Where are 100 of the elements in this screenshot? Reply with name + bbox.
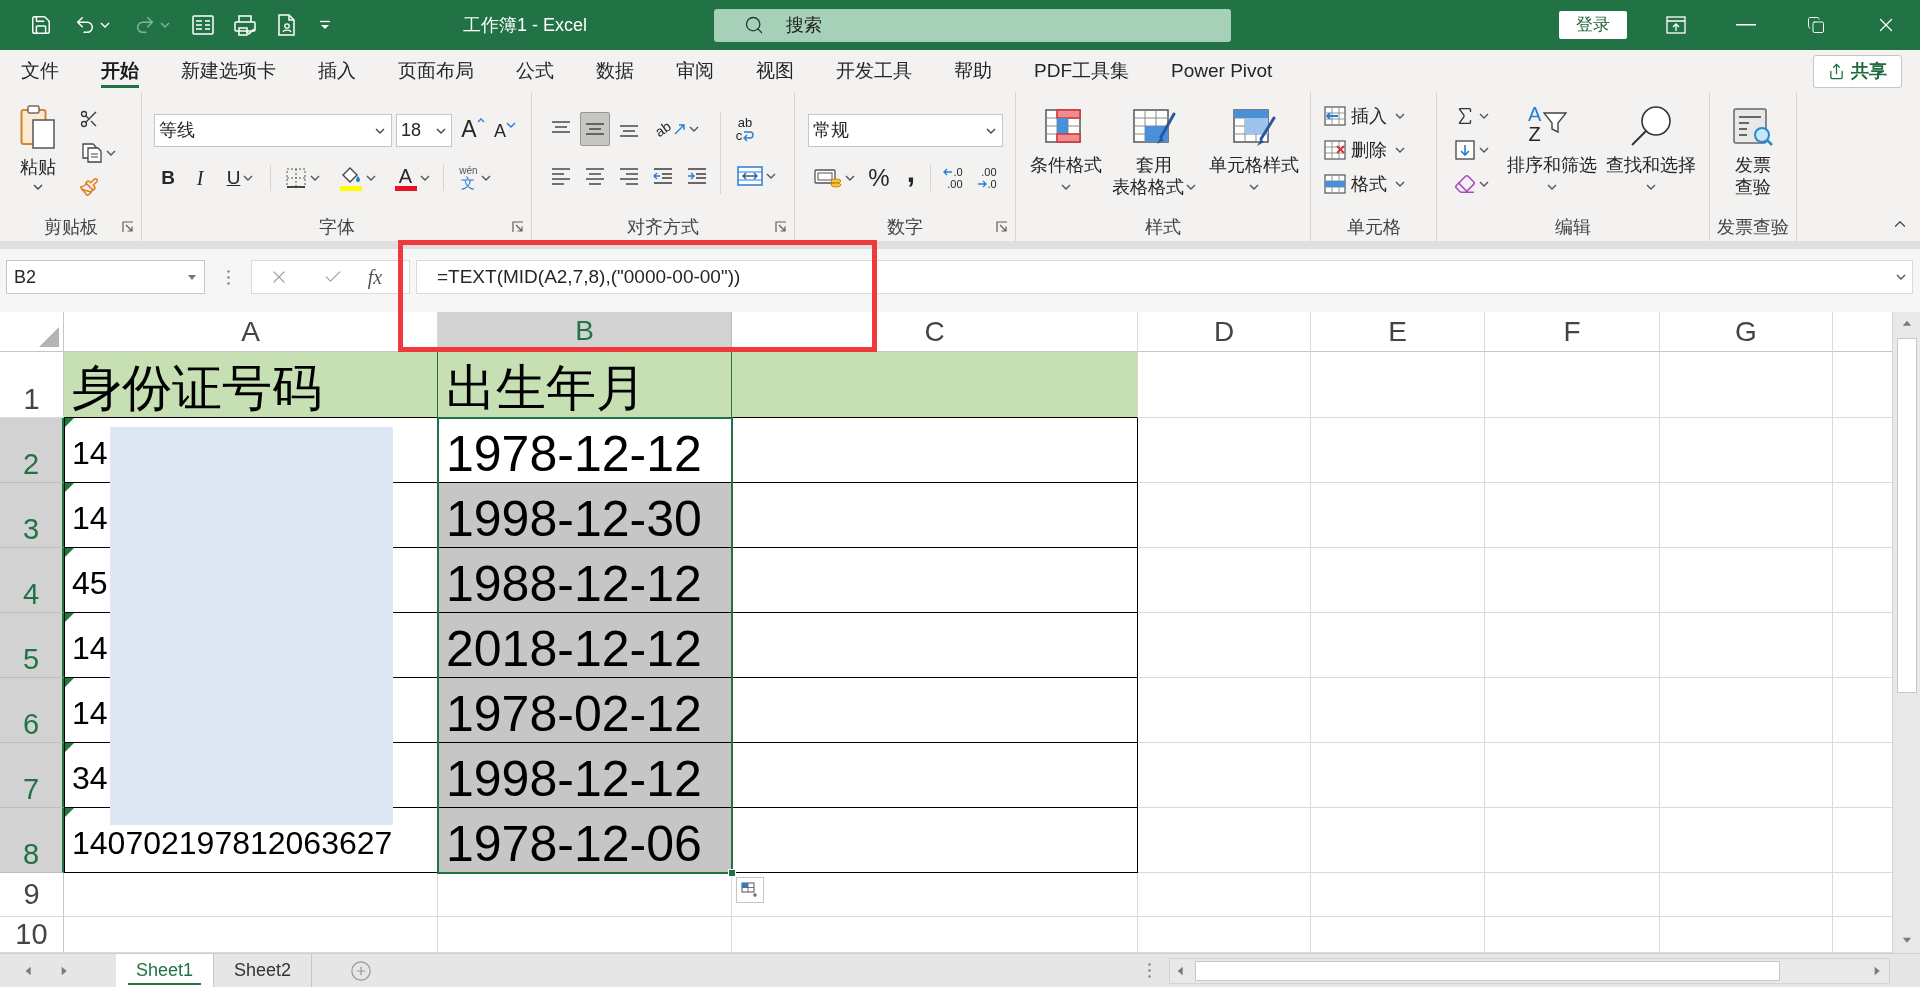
sheet-tab[interactable]: Sheet2: [214, 954, 313, 987]
column-header[interactable]: F: [1485, 312, 1660, 352]
dialog-launcher-button[interactable]: [774, 219, 788, 234]
phonetic-guide-button[interactable]: wén 文: [450, 162, 500, 194]
search-field[interactable]: 搜索: [714, 8, 1231, 42]
shrink-font-button[interactable]: A: [490, 114, 520, 147]
ribbon-tab[interactable]: 数据: [575, 50, 655, 92]
bold-button[interactable]: B: [154, 162, 182, 194]
caret-icon: [986, 127, 996, 134]
increase-decimal-button[interactable]: .0 .00: [937, 162, 969, 194]
caret-icon: [1061, 184, 1071, 190]
add-sheet-button[interactable]: [349, 958, 374, 983]
group-label: 发票查验: [1717, 215, 1789, 238]
caret-icon: [436, 127, 446, 134]
ribbon-tab[interactable]: PDF工具集: [1013, 50, 1150, 92]
ribbon-tab[interactable]: 公式: [495, 50, 575, 92]
format-cells-button[interactable]: 格式: [1323, 169, 1405, 199]
row-header[interactable]: 4: [0, 548, 64, 613]
cell-styles-button[interactable]: 单元格样式: [1204, 104, 1304, 208]
ribbon-tab[interactable]: 帮助: [933, 50, 1013, 92]
search-icon: [1629, 104, 1673, 148]
column-header[interactable]: D: [1138, 312, 1311, 352]
ribbon-tab[interactable]: 新建选项卡: [160, 50, 297, 92]
row-header[interactable]: 10: [0, 917, 64, 953]
row-header[interactable]: 7: [0, 743, 64, 808]
ribbon-tab[interactable]: 开始: [80, 50, 160, 92]
font-size-field[interactable]: 18: [396, 114, 452, 147]
row-header[interactable]: 5: [0, 613, 64, 678]
caret-icon: [844, 175, 855, 181]
save-icon: [30, 14, 52, 36]
group-label: 样式: [1145, 215, 1181, 238]
sign-in-button[interactable]: 登录: [1559, 11, 1627, 39]
underline-button[interactable]: U: [216, 162, 264, 194]
ribbon-tab[interactable]: 视图: [735, 50, 815, 92]
group-label: 对齐方式: [627, 215, 699, 238]
caret-icon: [765, 173, 776, 179]
insert-function-button[interactable]: fx: [360, 261, 390, 293]
font-color-button[interactable]: A: [387, 162, 437, 194]
caret-icon: [1478, 113, 1489, 119]
ribbon-tab[interactable]: 插入: [297, 50, 377, 92]
eraser-icon: [1453, 173, 1476, 195]
fill-down-icon: [1453, 139, 1476, 161]
invoice-check-button[interactable]: 发票 查验: [1723, 104, 1783, 208]
conditional-format-button[interactable]: 条件格式: [1028, 104, 1104, 208]
dialog-launcher-button[interactable]: [995, 219, 1009, 234]
font-name-field[interactable]: 等线: [154, 114, 392, 147]
number-format-field[interactable]: 常规: [808, 114, 1003, 147]
ribbon-tab[interactable]: Power Pivot: [1150, 50, 1294, 92]
percent-style-button[interactable]: %: [864, 162, 894, 194]
scrollbar-thumb[interactable]: [1896, 338, 1917, 693]
align-right-icon: [618, 166, 640, 186]
row-header[interactable]: 2: [0, 418, 64, 483]
row-header[interactable]: 6: [0, 678, 64, 743]
column-header[interactable]: G: [1660, 312, 1833, 352]
ribbon-tab[interactable]: 文件: [0, 50, 80, 92]
dialog-launcher-button[interactable]: [121, 219, 135, 234]
align-middle-button[interactable]: [580, 112, 610, 146]
column-header[interactable]: A: [64, 312, 438, 352]
share-button[interactable]: 共享: [1813, 54, 1902, 88]
scrollbar-thumb[interactable]: [1195, 960, 1780, 981]
ribbon-tab[interactable]: 审阅: [655, 50, 735, 92]
paste-button[interactable]: 粘贴: [12, 100, 64, 204]
find-select-button[interactable]: 查找和选择: [1603, 104, 1699, 208]
comma-style-button[interactable]: ,: [898, 162, 924, 194]
ribbon-tab[interactable]: 页面布局: [377, 50, 495, 92]
row-header[interactable]: 1: [0, 352, 64, 418]
column-header[interactable]: E: [1311, 312, 1485, 352]
formula-input[interactable]: =TEXT(MID(A2,7,8),("0000-00-00")): [416, 260, 1913, 294]
caret-icon: [1395, 147, 1405, 153]
format-as-table-button[interactable]: 套用 表格格式: [1108, 104, 1200, 208]
sort-filter-button[interactable]: A Z 排序和筛选: [1505, 104, 1599, 208]
copy-icon: [80, 142, 103, 164]
drag-handle-icon: [1148, 963, 1151, 978]
wrap-text-button[interactable]: ab c: [729, 112, 761, 146]
sheet-tab[interactable]: Sheet1: [116, 954, 215, 987]
quick-analysis-button[interactable]: [736, 877, 764, 903]
decrease-decimal-button[interactable]: .00 .0: [971, 162, 1003, 194]
table-cell: 1978-12-06: [438, 808, 732, 873]
table-cell: 1978-02-12: [438, 678, 732, 743]
caret-icon: [1646, 184, 1656, 190]
clipboard-icon: [20, 104, 56, 150]
name-box[interactable]: B2: [6, 260, 205, 294]
corner-arrow-icon: [775, 220, 787, 233]
paintbrush-icon: [79, 177, 99, 197]
row-header[interactable]: 3: [0, 483, 64, 548]
diagonal-arrow-icon: [673, 123, 686, 135]
italic-button[interactable]: I: [186, 162, 214, 194]
delete-cells-button[interactable]: 删除: [1323, 135, 1405, 165]
group-label: 单元格: [1346, 215, 1401, 238]
fill-handle[interactable]: [728, 869, 736, 877]
ribbon-tab[interactable]: 开发工具: [815, 50, 933, 92]
insert-cells-button[interactable]: 插入: [1323, 101, 1405, 131]
orientation-button[interactable]: ab: [652, 112, 702, 146]
row-header[interactable]: 8: [0, 808, 64, 873]
grow-font-button[interactable]: A: [458, 114, 488, 147]
dialog-launcher-button[interactable]: [511, 219, 525, 234]
search-icon: [744, 14, 764, 35]
cell-style-brush-icon: [1232, 108, 1276, 148]
row-header[interactable]: 9: [0, 873, 64, 917]
cell-text: 14: [72, 437, 108, 469]
